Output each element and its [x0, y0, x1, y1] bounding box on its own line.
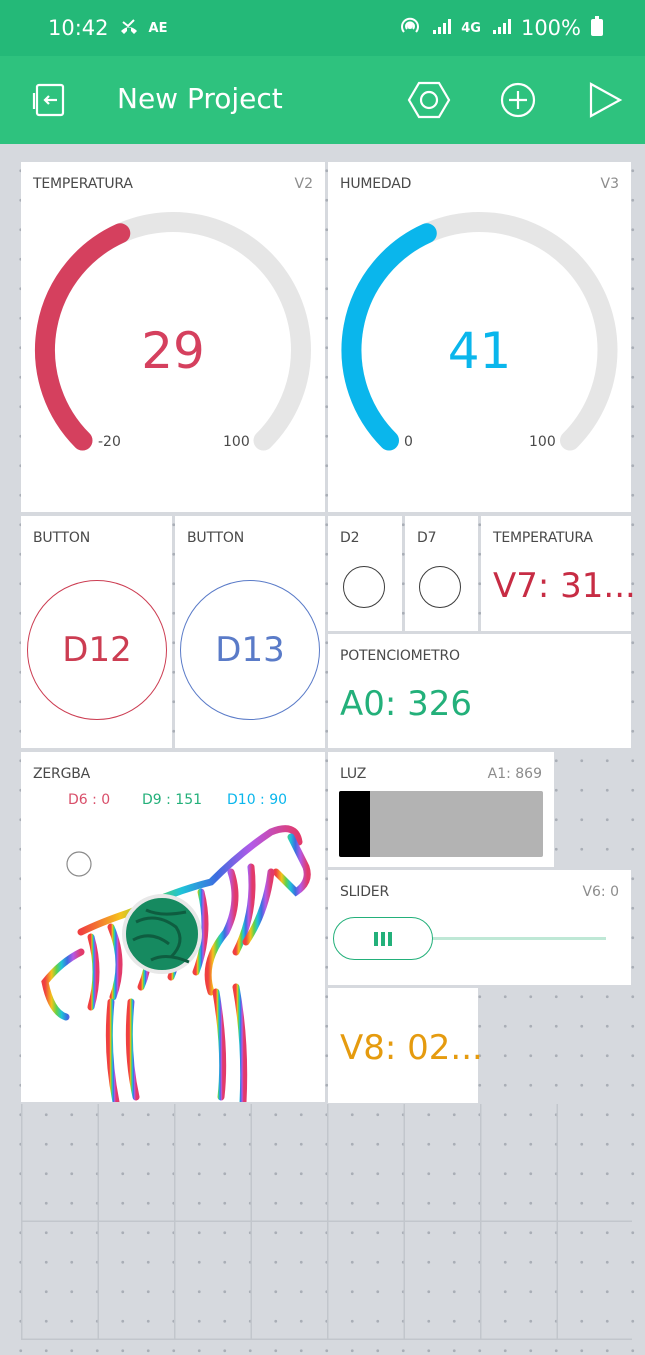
grip-icon — [374, 931, 392, 946]
zebra-color-picker[interactable] — [21, 812, 325, 1102]
translate-icon: AE — [148, 20, 168, 36]
zergba-channel-d6: D6 : 0 — [68, 792, 111, 808]
gauge-humedad[interactable]: HUMEDAD V3 41 0 100 — [328, 162, 631, 512]
gauge-max: 100 — [529, 434, 556, 450]
battery-icon — [591, 15, 603, 41]
gauge-max: 100 — [223, 434, 250, 450]
level-bar — [339, 791, 543, 857]
gauge-min: -20 — [98, 434, 121, 450]
zergba-channel-d9: D9 : 151 — [142, 792, 203, 808]
status-bar: 10:42 AE 4G 100% — [0, 0, 645, 56]
empty-grid-cells — [21, 1104, 632, 1340]
button-widget-d13: BUTTON D13 — [175, 516, 325, 748]
signal-icon-1 — [431, 16, 452, 40]
zergba-widget: ZERGBA D6 : 0 D9 : 151 D10 : 90 — [21, 752, 325, 1102]
widget-label: D2 — [340, 530, 360, 546]
widget-label: BUTTON — [33, 530, 91, 546]
slider-thumb[interactable] — [333, 917, 433, 960]
widget-pin: A1: 869 — [487, 766, 542, 782]
display-value: V8: 02... — [340, 1028, 483, 1068]
led-widget-d7[interactable]: D7 — [405, 516, 478, 631]
widget-label: SLIDER — [340, 884, 389, 900]
color-picker-cursor — [66, 851, 92, 877]
missed-call-icon — [119, 16, 139, 40]
add-widget-icon[interactable] — [496, 78, 540, 122]
level-widget-luz[interactable]: LUZ A1: 869 — [328, 752, 554, 867]
widget-label: POTENCIOMETRO — [340, 648, 460, 664]
gauge-value: 29 — [141, 322, 205, 380]
widget-pin: V6: 0 — [582, 884, 619, 900]
app-bar: New Project — [0, 56, 645, 144]
button-widget-d12: BUTTON D12 — [21, 516, 172, 748]
led-indicator — [419, 566, 461, 608]
hotspot-icon — [399, 15, 421, 42]
widget-label: LUZ — [340, 766, 367, 782]
widget-label: TEMPERATURA — [493, 530, 593, 546]
button-d13[interactable]: D13 — [180, 580, 320, 720]
value-display-temperatura-v7[interactable]: TEMPERATURA V7: 31... — [481, 516, 636, 631]
level-bar-fill — [339, 791, 370, 857]
led-widget-d2[interactable]: D2 — [328, 516, 402, 631]
project-title: New Project — [117, 82, 283, 115]
slider-widget: SLIDER V6: 0 — [328, 870, 631, 985]
exit-project-icon[interactable] — [28, 78, 72, 122]
led-indicator — [343, 566, 385, 608]
widget-label: BUTTON — [187, 530, 245, 546]
slider-track[interactable] — [428, 937, 606, 940]
display-value: A0: 326 — [340, 684, 473, 724]
value-display-potenciometro[interactable]: POTENCIOMETRO A0: 326 — [328, 634, 631, 748]
status-time: 10:42 — [48, 16, 109, 40]
battery-percent: 100% — [520, 16, 581, 40]
signal-icon-2 — [491, 16, 511, 40]
display-value: V7: 31... — [493, 566, 636, 606]
gauge-value: 41 — [447, 322, 512, 380]
widget-label: D7 — [417, 530, 437, 546]
settings-hexagon-icon[interactable] — [407, 78, 451, 122]
gauge-min: 0 — [404, 434, 413, 450]
value-display-v8[interactable]: V8: 02... — [328, 988, 483, 1103]
network-type-4g: 4G — [461, 20, 481, 36]
play-icon[interactable] — [582, 78, 626, 122]
gauge-temperatura[interactable]: TEMPERATURA V2 29 -20 100 — [21, 162, 325, 512]
zergba-channel-d10: D10 : 90 — [227, 792, 288, 808]
widget-label: ZERGBA — [33, 766, 90, 782]
button-d12[interactable]: D12 — [27, 580, 167, 720]
